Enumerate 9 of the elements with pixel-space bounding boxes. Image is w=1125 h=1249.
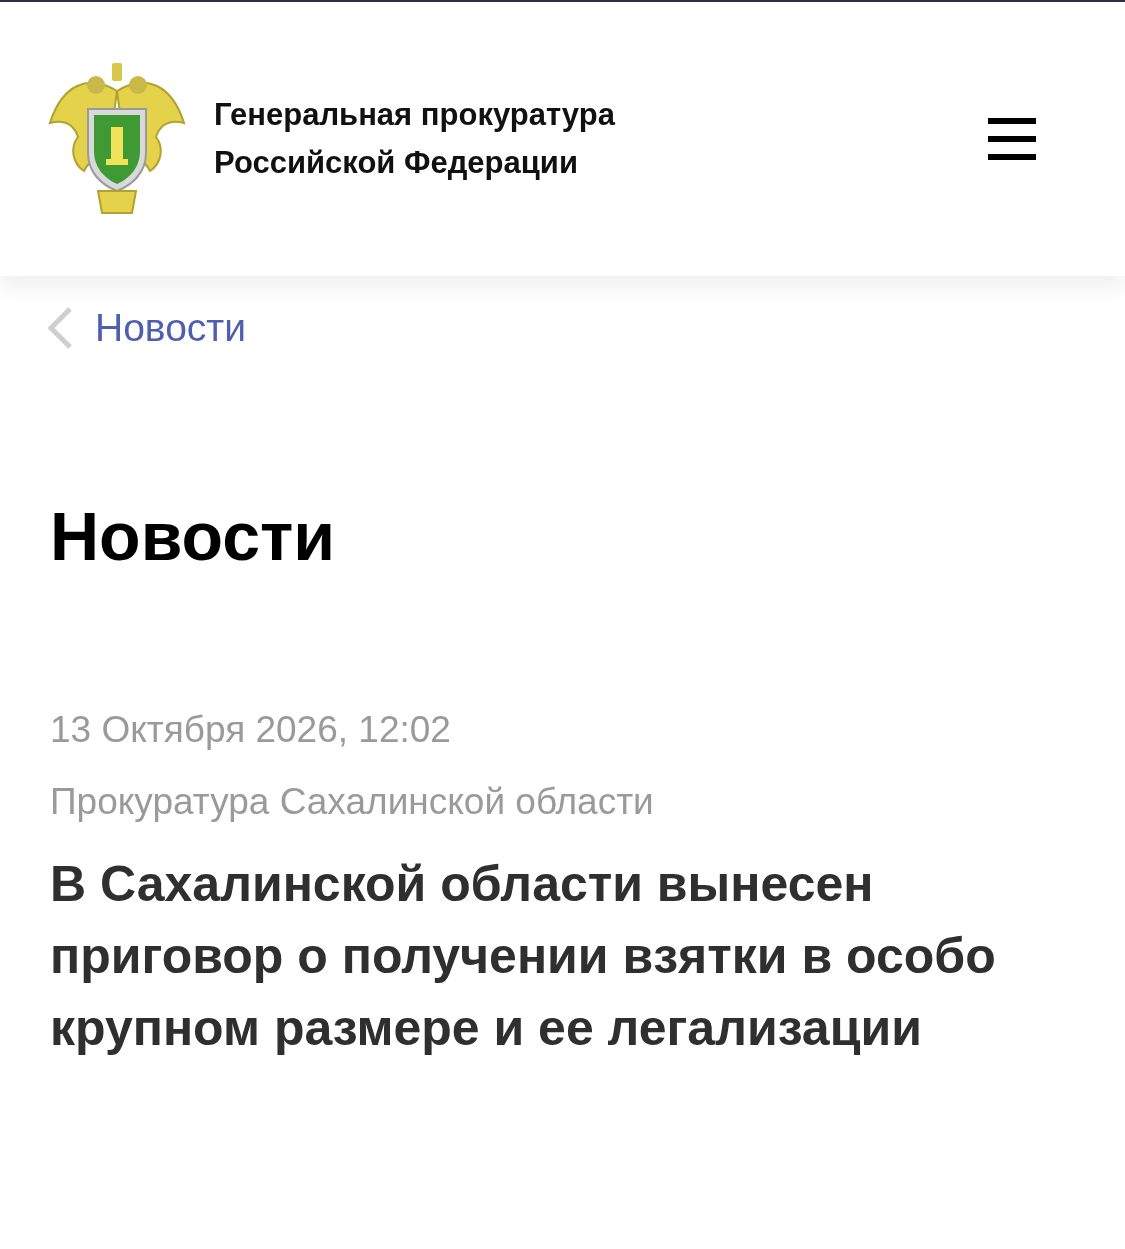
menu-icon — [988, 118, 1036, 160]
menu-button[interactable] — [987, 117, 1037, 161]
article-source: Прокуратура Сахалинской области — [50, 780, 655, 824]
back-link[interactable]: Новости — [47, 304, 246, 352]
chevron-left-icon — [47, 306, 73, 350]
article-headline[interactable]: В Сахалинской области вынесен приговор о получении взятки в особо крупном размере и ее легализации — [50, 848, 1085, 1064]
page-heading: Новости — [50, 497, 337, 576]
site-title: Генеральная прокуратура Российской Федерации — [214, 96, 617, 182]
article-date: 13 Октября 2026, 12:02 — [50, 708, 452, 752]
